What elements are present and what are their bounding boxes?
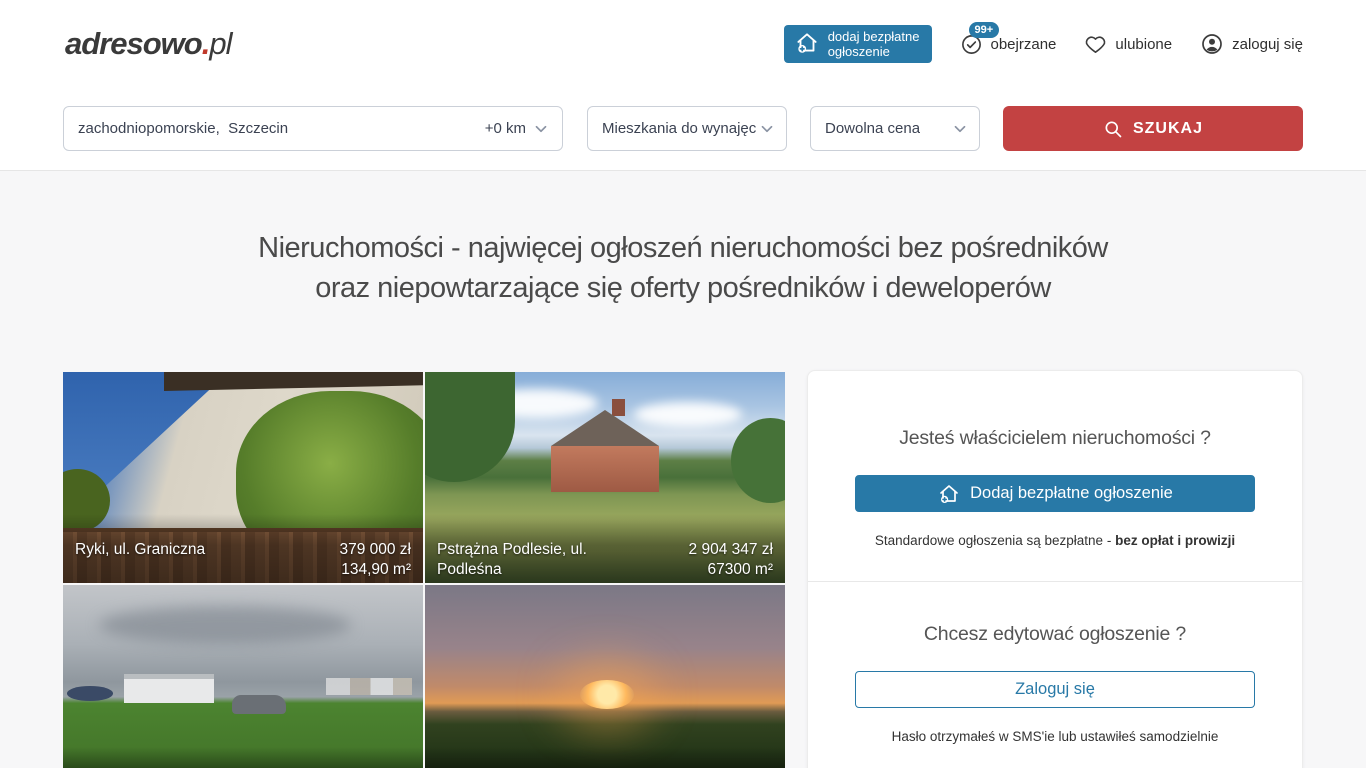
listing-caption: Ryki, ul. Graniczna 379 000 zł 134,90 m² bbox=[63, 514, 423, 583]
add-listing-label: dodaj bezpłatne ogłoszenie bbox=[828, 29, 920, 59]
panel-divider bbox=[808, 581, 1302, 582]
location-field: +0 km bbox=[63, 106, 563, 151]
logo-name: adresowo bbox=[65, 26, 202, 61]
nav-item-viewed[interactable]: 99+ obejrzane bbox=[960, 33, 1057, 56]
photo-sun-shape bbox=[580, 680, 634, 710]
header: adresowo.pl dodaj bezpłatne ogłoszenie bbox=[0, 0, 1366, 88]
house-plus-icon bbox=[937, 482, 961, 506]
radius-select[interactable]: +0 km bbox=[485, 120, 550, 138]
property-type-select[interactable]: Mieszkania do wynajęc bbox=[587, 106, 787, 151]
house-plus-icon bbox=[794, 30, 820, 59]
viewed-label: obejrzane bbox=[991, 36, 1057, 53]
photo-tree-shape bbox=[731, 418, 785, 502]
listing-grid: Ryki, ul. Graniczna 379 000 zł 134,90 m²… bbox=[63, 372, 785, 768]
listing-caption: Warszawa Białołęka, ul. 735 000 zł bbox=[425, 747, 785, 768]
listing-caption: Kliniska Wielkie 360 000 zł bbox=[63, 747, 423, 768]
owner-note: Standardowe ogłoszenia są bezpłatne - be… bbox=[808, 533, 1302, 548]
listing-address: Pstrążna Podlesie, ul. Podleśna bbox=[437, 540, 587, 580]
photo-house-shape bbox=[551, 446, 659, 492]
listing-caption: Pstrążna Podlesie, ul. Podleśna 2 904 34… bbox=[425, 514, 785, 583]
search-icon bbox=[1103, 119, 1123, 139]
photo-roof-shape bbox=[164, 372, 423, 391]
logo[interactable]: adresowo.pl bbox=[65, 26, 231, 62]
add-free-listing-button[interactable]: Dodaj bezpłatne ogłoszenie bbox=[855, 475, 1255, 512]
search-bar: +0 km Mieszkania do wynajęc Dowolna cena… bbox=[63, 106, 1303, 151]
header-nav: dodaj bezpłatne ogłoszenie 99+ obejrzane… bbox=[784, 0, 1303, 88]
search-submit-button[interactable]: SZUKAJ bbox=[1003, 106, 1303, 151]
nav-item-favorites[interactable]: ulubione bbox=[1084, 33, 1172, 56]
add-listing-button[interactable]: dodaj bezpłatne ogłoszenie bbox=[784, 25, 932, 63]
viewed-icon-wrap: 99+ bbox=[960, 33, 983, 56]
chevron-down-icon bbox=[532, 120, 550, 138]
logo-tld: pl bbox=[209, 26, 231, 61]
login-label: zaloguj się bbox=[1232, 36, 1303, 53]
edit-question: Chcesz edytować ogłoszenie ? bbox=[808, 623, 1302, 646]
search-submit-label: SZUKAJ bbox=[1133, 120, 1203, 138]
listing-price: 379 000 zł bbox=[339, 540, 411, 560]
chevron-down-icon bbox=[758, 120, 776, 138]
viewed-count-badge: 99+ bbox=[969, 22, 1000, 38]
listing-card[interactable]: Ryki, ul. Graniczna 379 000 zł 134,90 m² bbox=[63, 372, 423, 583]
owner-question: Jesteś właścicielem nieruchomości ? bbox=[808, 427, 1302, 450]
listing-card[interactable]: Warszawa Białołęka, ul. 735 000 zł bbox=[425, 585, 785, 768]
login-button-label: Zaloguj się bbox=[1015, 680, 1095, 699]
photo-cabin-shape bbox=[124, 674, 214, 704]
heart-icon bbox=[1084, 33, 1107, 56]
listing-area: 134,90 m² bbox=[339, 560, 411, 580]
person-circle-icon bbox=[1200, 32, 1224, 56]
listing-address: Ryki, ul. Graniczna bbox=[75, 540, 205, 560]
listing-price: 2 904 347 zł bbox=[689, 540, 773, 560]
listing-area: 67300 m² bbox=[689, 560, 773, 580]
photo-tree-shape bbox=[425, 372, 515, 482]
nav-item-login[interactable]: zaloguj się bbox=[1200, 32, 1303, 56]
photo-car-shape bbox=[232, 695, 286, 714]
add-free-listing-label: Dodaj bezpłatne ogłoszenie bbox=[970, 484, 1173, 503]
photo-trampoline-shape bbox=[67, 686, 114, 701]
login-button[interactable]: Zaloguj się bbox=[855, 671, 1255, 708]
photo-roof-shape bbox=[551, 410, 659, 446]
photo-cloud-shape bbox=[99, 606, 351, 644]
radius-value: +0 km bbox=[485, 120, 526, 137]
location-input[interactable] bbox=[78, 120, 485, 137]
listing-price-area: 379 000 zł 134,90 m² bbox=[339, 540, 411, 580]
favorites-label: ulubione bbox=[1115, 36, 1172, 53]
listing-price-area: 2 904 347 zł 67300 m² bbox=[689, 540, 773, 580]
chevron-down-icon bbox=[951, 120, 969, 138]
property-type-value: Mieszkania do wynajęc bbox=[602, 120, 756, 137]
owner-panel: Jesteś właścicielem nieruchomości ? Doda… bbox=[807, 370, 1303, 768]
price-select[interactable]: Dowolna cena bbox=[810, 106, 980, 151]
listing-card[interactable]: Kliniska Wielkie 360 000 zł bbox=[63, 585, 423, 768]
listing-card[interactable]: Pstrążna Podlesie, ul. Podleśna 2 904 34… bbox=[425, 372, 785, 583]
price-value: Dowolna cena bbox=[825, 120, 920, 137]
page-title: Nieruchomości - najwięcej ogłoszeń nieru… bbox=[0, 228, 1366, 308]
photo-houses-shape bbox=[326, 678, 412, 695]
edit-note: Hasło otrzymałeś w SMS'ie lub ustawiłeś … bbox=[808, 729, 1302, 744]
